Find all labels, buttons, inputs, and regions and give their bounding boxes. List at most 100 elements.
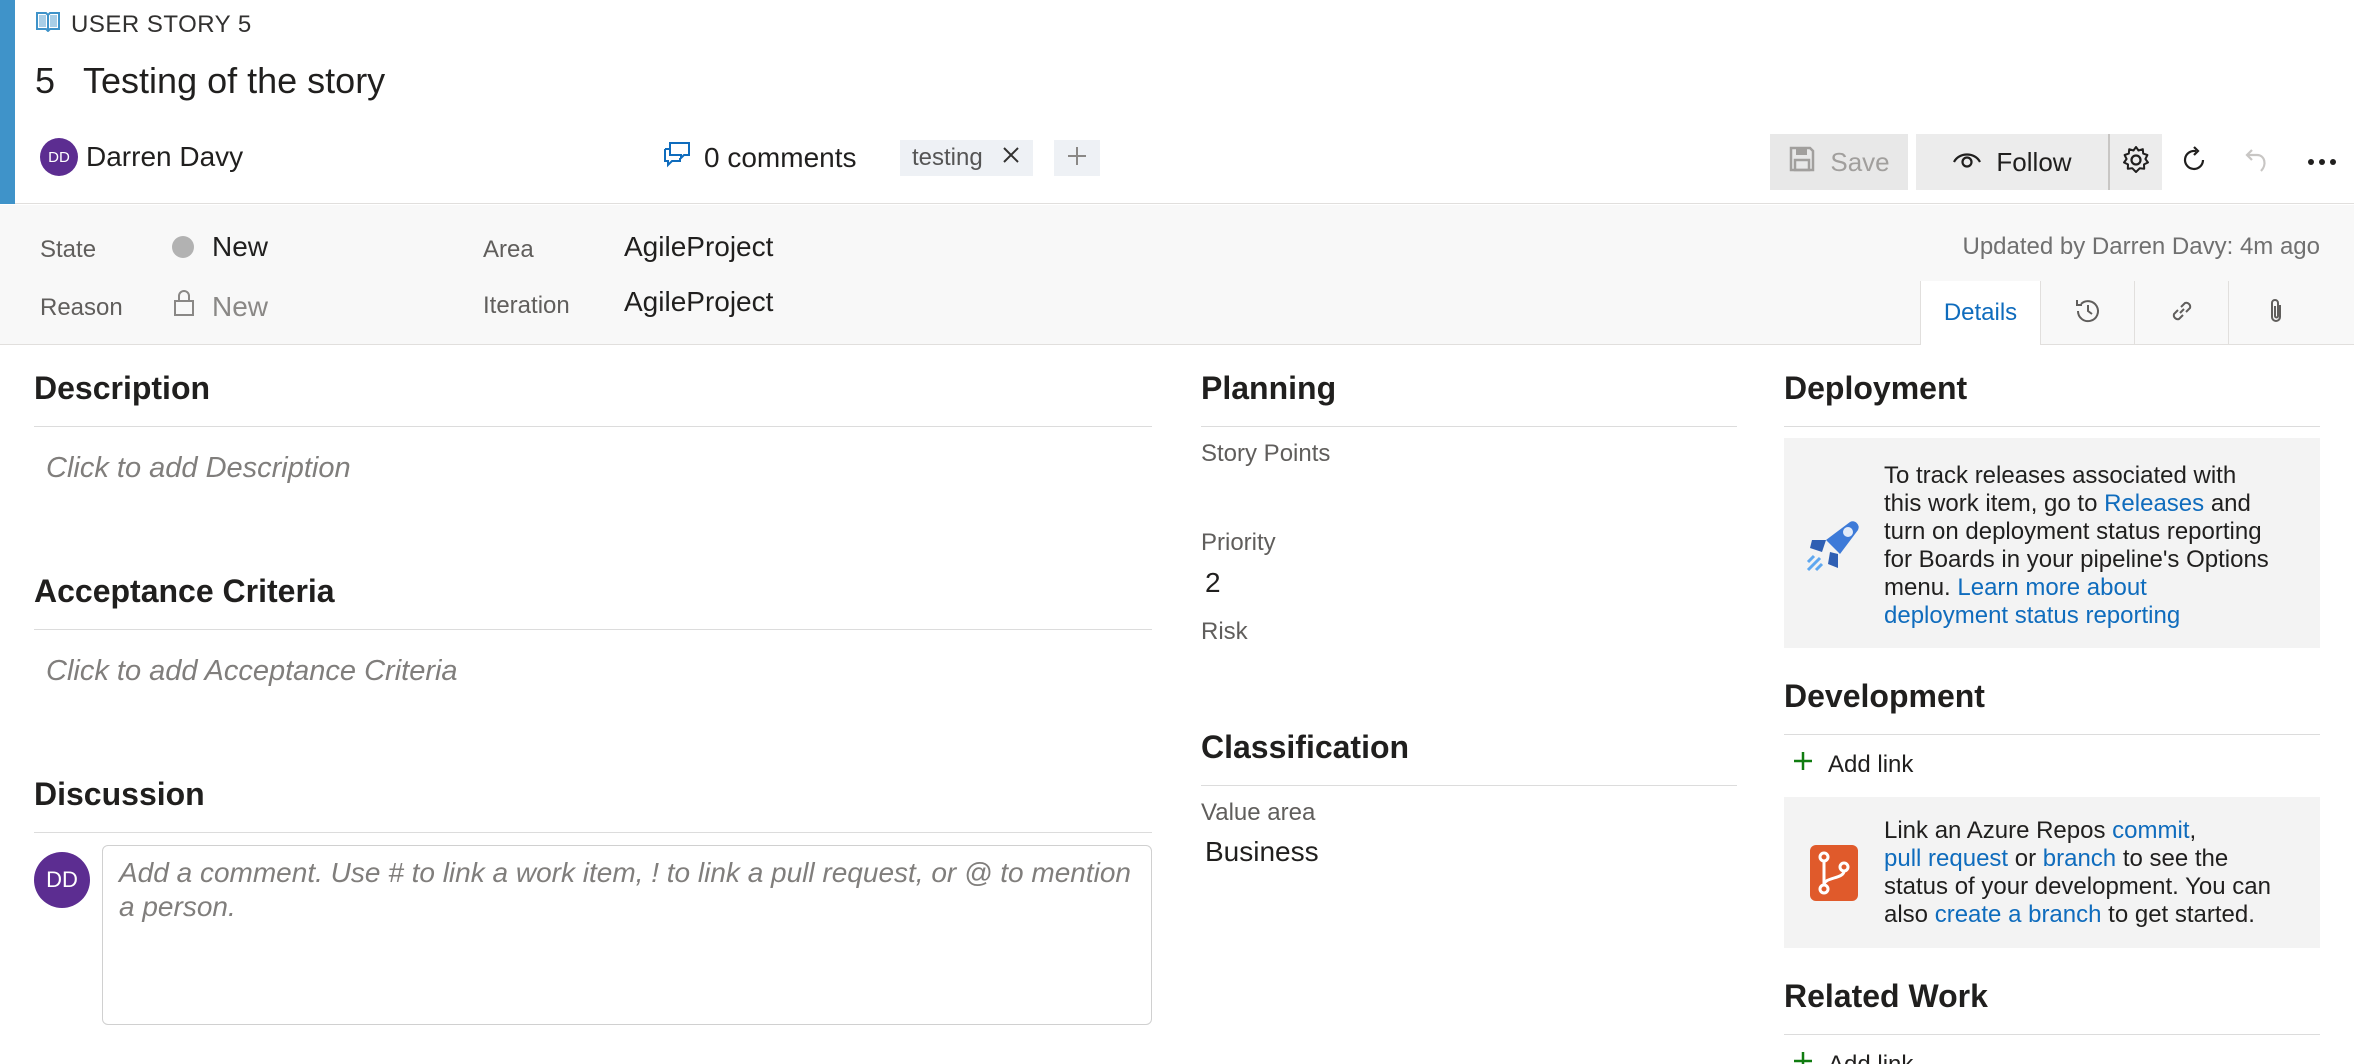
divider xyxy=(34,426,1152,427)
state-field[interactable]: New xyxy=(172,231,268,263)
undo-button[interactable] xyxy=(2226,134,2290,190)
branch-link[interactable]: branch xyxy=(2043,845,2116,872)
tag-label: testing xyxy=(912,144,983,171)
tag-chip[interactable]: testing xyxy=(900,140,1033,176)
development-text: status of your development. You can xyxy=(1884,873,2271,900)
description-editor[interactable]: Click to add Description xyxy=(46,452,351,485)
development-heading: Development xyxy=(1784,678,1985,714)
deployment-heading: Deployment xyxy=(1784,370,1968,406)
more-actions-button[interactable] xyxy=(2290,134,2354,190)
divider xyxy=(34,832,1152,833)
close-icon[interactable] xyxy=(1001,144,1021,172)
save-button[interactable]: Save xyxy=(1770,134,1908,190)
tab-links[interactable] xyxy=(2134,281,2228,345)
description-heading: Description xyxy=(34,370,211,406)
divider xyxy=(1784,426,2320,427)
paperclip-icon xyxy=(2264,296,2288,331)
avatar: DD xyxy=(34,852,90,908)
deployment-text: turn on deployment status reporting xyxy=(1884,518,2262,545)
risk-field[interactable] xyxy=(1201,650,1737,690)
priority-field[interactable]: 2 xyxy=(1205,567,1221,599)
gear-icon xyxy=(2121,145,2151,180)
follow-button[interactable]: Follow xyxy=(1916,134,2108,190)
refresh-button[interactable] xyxy=(2162,134,2226,190)
deployment-info-card: To track releases associated with this w… xyxy=(1784,438,2320,648)
state-label: State xyxy=(40,236,97,263)
development-text: , xyxy=(2189,817,2197,844)
deployment-info-text: To track releases associated with this w… xyxy=(1884,462,2269,630)
toolbar: Save Follow xyxy=(1770,134,2354,190)
work-item-type-label: USER STORY 5 xyxy=(71,10,252,38)
divider xyxy=(1201,426,1737,427)
priority-label: Priority xyxy=(1201,529,1276,556)
learn-more-link[interactable]: deployment status reporting xyxy=(1884,602,2180,629)
area-label: Area xyxy=(483,236,534,263)
related-add-link-button[interactable]: Add link xyxy=(1792,1050,1913,1064)
divider xyxy=(1784,1034,2320,1035)
rocket-icon xyxy=(1802,512,1866,581)
assignee-name: Darren Davy xyxy=(86,141,244,172)
learn-more-link[interactable]: Learn more about xyxy=(1957,574,2146,601)
planning-heading: Planning xyxy=(1201,370,1337,406)
undo-icon xyxy=(2243,145,2273,180)
settings-button[interactable] xyxy=(2110,134,2162,190)
acceptance-criteria-editor[interactable]: Click to add Acceptance Criteria xyxy=(46,655,458,688)
lock-icon xyxy=(172,289,196,324)
value-area-field[interactable]: Business xyxy=(1205,836,1319,868)
add-tag-button[interactable] xyxy=(1054,140,1100,176)
deployment-text: menu. xyxy=(1884,574,1951,601)
work-item-header: USER STORY 5 5 Testing of the story DD D… xyxy=(0,0,2354,204)
plus-icon xyxy=(1792,750,1814,779)
story-points-field[interactable] xyxy=(1201,472,1737,512)
repo-icon xyxy=(1806,843,1862,908)
deployment-text: this work item, go to xyxy=(1884,490,2098,517)
development-text: or xyxy=(2014,845,2037,872)
development-info-text: Link an Azure Repos commit, pull request… xyxy=(1884,817,2271,929)
comments-link[interactable]: 0 comments xyxy=(662,140,857,175)
updated-by-text[interactable]: Updated by Darren Davy: 4m ago xyxy=(1962,233,2320,261)
divider xyxy=(1784,734,2320,735)
divider xyxy=(34,629,1152,630)
work-item-type: USER STORY 5 xyxy=(35,10,252,39)
save-icon xyxy=(1788,145,1816,180)
pull-request-link[interactable]: pull request xyxy=(1884,845,2008,872)
comments-count: 0 comments xyxy=(704,141,857,173)
work-item-title[interactable]: Testing of the story xyxy=(83,60,385,102)
development-text: also xyxy=(1884,901,1929,928)
plus-icon xyxy=(1792,1050,1814,1064)
more-icon xyxy=(2307,153,2337,171)
book-icon xyxy=(35,10,61,39)
deployment-text: and xyxy=(2210,490,2251,517)
development-info-card: Link an Azure Repos commit, pull request… xyxy=(1784,797,2320,948)
create-branch-link[interactable]: create a branch xyxy=(1935,901,2102,928)
risk-label: Risk xyxy=(1201,618,1248,645)
development-text: to see the xyxy=(2122,845,2229,872)
tab-details[interactable]: Details xyxy=(1920,281,2040,345)
comments-icon xyxy=(662,140,692,175)
follow-label: Follow xyxy=(1996,146,2072,177)
acceptance-criteria-heading: Acceptance Criteria xyxy=(34,573,335,609)
development-add-link-button[interactable]: Add link xyxy=(1792,750,1913,779)
work-item-type-color-bar xyxy=(0,0,15,204)
story-points-label: Story Points xyxy=(1201,440,1331,467)
reason-label: Reason xyxy=(40,294,123,321)
add-link-label: Add link xyxy=(1828,750,1914,778)
development-text: to get started. xyxy=(2108,901,2255,928)
title-row: 5 Testing of the story xyxy=(35,60,385,102)
area-field[interactable]: AgileProject xyxy=(624,231,773,263)
commit-link[interactable]: commit xyxy=(2112,817,2189,844)
link-icon xyxy=(2167,296,2197,331)
work-item-id: 5 xyxy=(35,60,56,101)
eye-icon xyxy=(1952,147,1982,178)
avatar: DD xyxy=(40,138,78,176)
tab-history[interactable] xyxy=(2040,281,2134,345)
releases-link[interactable]: Releases xyxy=(2104,490,2204,517)
work-item-fields: State New Reason New Area AgileProject I… xyxy=(0,205,2354,345)
tab-attachments[interactable] xyxy=(2228,281,2322,345)
plus-icon xyxy=(1066,145,1088,172)
divider xyxy=(1201,785,1737,786)
comment-input[interactable]: Add a comment. Use # to link a work item… xyxy=(102,845,1152,1025)
assigned-to-field[interactable]: DD Darren Davy xyxy=(40,138,243,176)
deployment-text: To track releases associated with xyxy=(1884,462,2237,489)
iteration-field[interactable]: AgileProject xyxy=(624,286,773,318)
